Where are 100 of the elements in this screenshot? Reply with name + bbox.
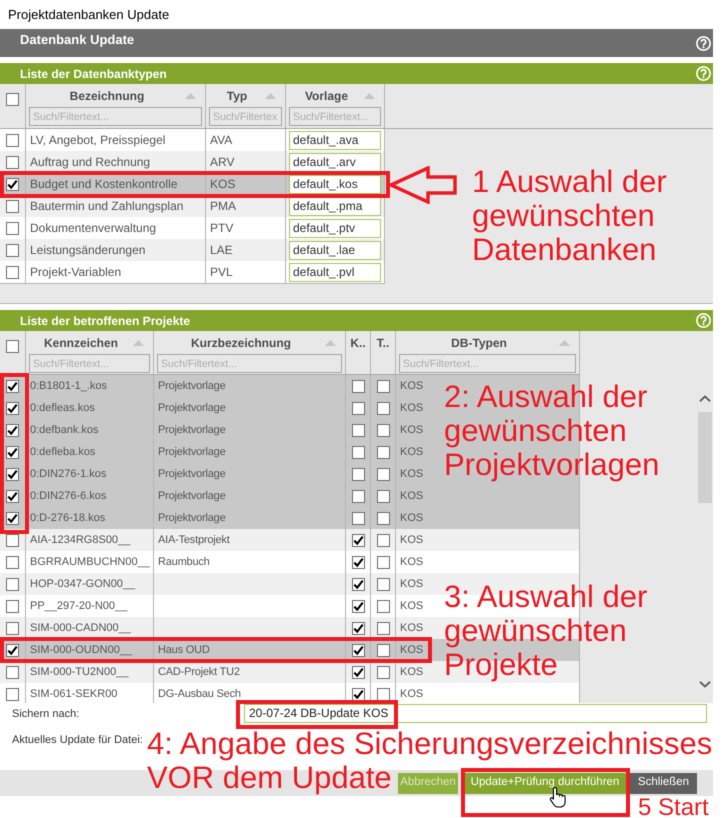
- button[interactable]: Schließen: [630, 772, 697, 794]
- checkbox[interactable]: [376, 512, 390, 524]
- checkbox[interactable]: [376, 402, 390, 414]
- help-icon[interactable]: [696, 36, 711, 50]
- template-field[interactable]: default_.kos: [289, 174, 381, 194]
- chevron-up-icon[interactable]: [699, 395, 711, 402]
- help-icon[interactable]: [696, 313, 711, 328]
- chevron-down-icon[interactable]: [699, 681, 711, 688]
- table-row[interactable]: Auftrag und Rechnung ARV default_.arv: [0, 151, 385, 173]
- checkbox[interactable]: [6, 340, 19, 353]
- backup-path-field[interactable]: 20-07-24 DB-Update KOS: [244, 704, 707, 722]
- checkbox[interactable]: [6, 266, 19, 278]
- checkbox[interactable]: [6, 134, 19, 146]
- help-icon[interactable]: [696, 66, 711, 81]
- table-row[interactable]: LV, Angebot, Preisspiegel AVA default_.ava: [0, 129, 385, 151]
- filter-field[interactable]: Such/Filtertext...: [289, 107, 381, 126]
- project-name: Raumbuch: [158, 554, 210, 570]
- checkbox[interactable]: [6, 644, 19, 656]
- checkbox[interactable]: [376, 666, 390, 678]
- checkbox[interactable]: [376, 622, 390, 634]
- annotation-text: 5 Start: [638, 797, 709, 818]
- database-name: LV, Angebot, Preisspiegel: [30, 132, 166, 149]
- checkbox[interactable]: [352, 534, 364, 546]
- table-row[interactable]: Projekt-Variablen PVL default_.pvl: [0, 261, 385, 283]
- checkbox[interactable]: [352, 600, 364, 612]
- filter-field[interactable]: Such/Filtertext...: [399, 354, 576, 373]
- checkbox[interactable]: [6, 446, 19, 458]
- checkbox[interactable]: [6, 534, 19, 546]
- field-label: Aktuelles Update für Datei:: [12, 734, 143, 746]
- checkbox[interactable]: [6, 512, 19, 524]
- template-field[interactable]: default_.arv: [289, 152, 381, 172]
- column-header[interactable]: Kennzeichen: [44, 334, 118, 352]
- checkbox[interactable]: [6, 666, 19, 678]
- checkbox[interactable]: [352, 424, 364, 436]
- filter-field[interactable]: Such/Filtertex: [209, 107, 282, 126]
- checkbox[interactable]: [352, 512, 364, 524]
- template-field[interactable]: default_.ptv: [289, 218, 381, 238]
- checkbox[interactable]: [376, 534, 390, 546]
- db-type: KOS: [400, 554, 424, 570]
- column-header[interactable]: T..: [376, 334, 390, 352]
- filter-field[interactable]: Such/Filtertext...: [29, 107, 202, 126]
- checkbox[interactable]: [6, 688, 19, 700]
- filter-field[interactable]: Such/Filtertext...: [29, 354, 150, 373]
- project-name: Projektvorlage: [158, 422, 226, 438]
- hand-cursor-icon: [549, 786, 567, 808]
- checkbox[interactable]: [6, 622, 19, 634]
- database-type: PTV: [210, 220, 234, 237]
- checkbox[interactable]: [6, 600, 19, 612]
- column-header[interactable]: K..: [350, 334, 366, 352]
- checkbox[interactable]: [352, 688, 364, 700]
- table-row[interactable]: Leistungsänderungen LAE default_.lae: [0, 239, 385, 261]
- column-header[interactable]: Vorlage: [304, 87, 348, 105]
- checkbox[interactable]: [376, 380, 390, 392]
- filter-field[interactable]: Such/Filtertext...: [157, 354, 342, 373]
- project-name: Projektvorlage: [158, 378, 226, 394]
- template-field[interactable]: default_.pvl: [289, 262, 381, 282]
- checkbox[interactable]: [6, 244, 19, 256]
- template-field[interactable]: default_.ava: [289, 130, 381, 150]
- checkbox[interactable]: [376, 446, 390, 458]
- table-row[interactable]: Dokumentenverwaltung PTV default_.ptv: [0, 217, 385, 239]
- template-field[interactable]: default_.lae: [289, 240, 381, 260]
- checkbox[interactable]: [6, 468, 19, 480]
- checkbox[interactable]: [6, 222, 19, 234]
- checkbox[interactable]: [6, 178, 19, 190]
- checkbox[interactable]: [6, 402, 19, 414]
- checkbox[interactable]: [352, 380, 364, 392]
- checkbox[interactable]: [6, 156, 19, 168]
- checkbox[interactable]: [352, 490, 364, 502]
- checkbox[interactable]: [352, 556, 364, 568]
- db-type: KOS: [400, 532, 424, 548]
- column-header[interactable]: Typ: [226, 87, 248, 105]
- column-header[interactable]: Bezeichnung: [70, 87, 144, 105]
- checkbox[interactable]: [352, 402, 364, 414]
- checkbox[interactable]: [352, 666, 364, 678]
- checkbox[interactable]: [376, 644, 390, 656]
- checkbox[interactable]: [376, 578, 390, 590]
- checkbox[interactable]: [376, 424, 390, 436]
- checkbox[interactable]: [6, 578, 19, 590]
- checkbox[interactable]: [376, 600, 390, 612]
- column-header[interactable]: Kurzbezeichnung: [190, 334, 291, 352]
- database-name: Leistungsänderungen: [30, 242, 146, 259]
- checkbox[interactable]: [352, 622, 364, 634]
- checkbox[interactable]: [376, 556, 390, 568]
- checkbox[interactable]: [6, 424, 19, 436]
- project-name: CAD-Projekt TU2: [158, 664, 240, 680]
- column-header[interactable]: DB-Typen: [451, 334, 507, 352]
- checkbox[interactable]: [6, 490, 19, 502]
- checkbox[interactable]: [352, 578, 364, 590]
- checkbox[interactable]: [6, 380, 19, 392]
- project-name: Projektvorlage: [158, 466, 226, 482]
- checkbox[interactable]: [376, 688, 390, 700]
- checkbox[interactable]: [6, 556, 19, 568]
- checkbox[interactable]: [6, 200, 19, 212]
- checkbox[interactable]: [352, 644, 364, 656]
- checkbox[interactable]: [352, 468, 364, 480]
- checkbox[interactable]: [376, 468, 390, 480]
- checkbox[interactable]: [376, 490, 390, 502]
- scrollbar-thumb[interactable]: [698, 412, 712, 503]
- checkbox[interactable]: [352, 446, 364, 458]
- checkbox[interactable]: [6, 93, 19, 106]
